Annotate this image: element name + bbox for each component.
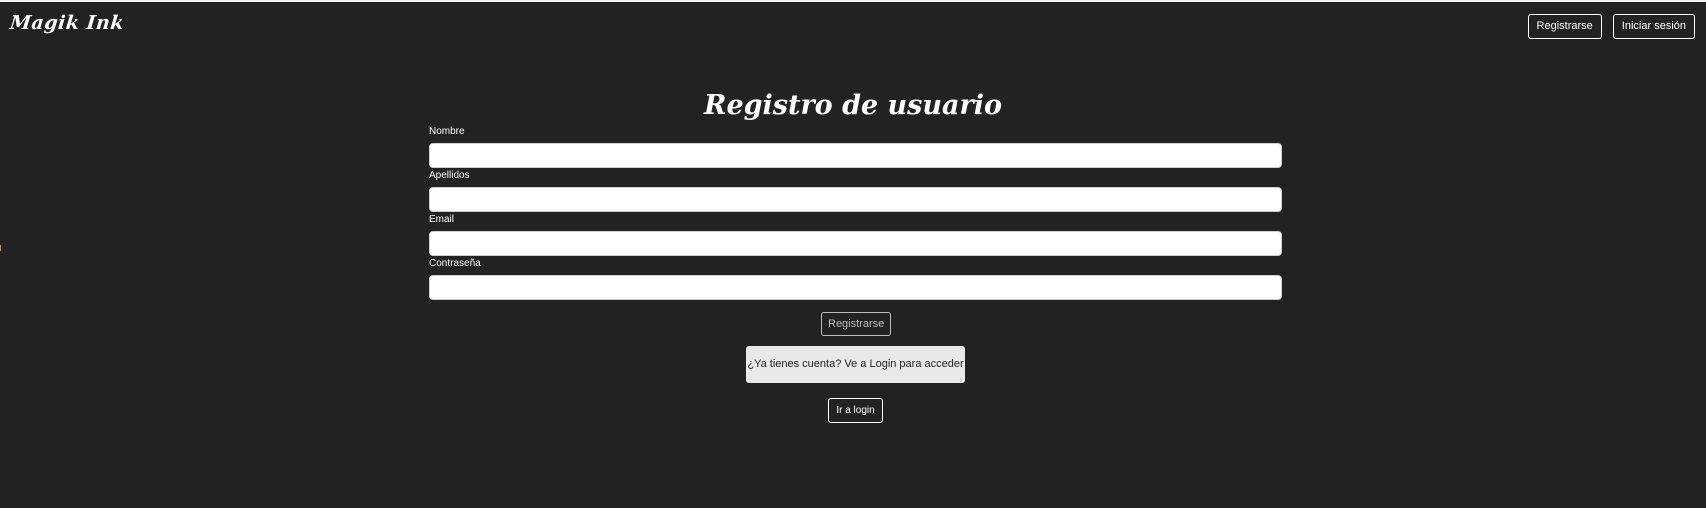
brand-logo[interactable]: Magik Ink [9, 12, 125, 34]
field-contrasena: Contraseña [429, 257, 1282, 301]
registration-form: Nombre Apellidos Email Contraseña [429, 125, 1282, 301]
nombre-input[interactable] [429, 143, 1282, 168]
field-apellidos: Apellidos [429, 169, 1282, 213]
page: Magik Ink Registrarse Iniciar sesión Reg… [0, 0, 1706, 508]
email-label: Email [429, 214, 455, 225]
field-email: Email [429, 213, 1282, 257]
contrasena-input[interactable] [429, 275, 1282, 300]
contrasena-label: Contraseña [429, 258, 481, 269]
go-to-login-button[interactable]: Ir a login [828, 398, 883, 423]
header-actions: Registrarse Iniciar sesión [1527, 14, 1695, 39]
apellidos-input[interactable] [429, 187, 1282, 212]
nombre-label: Nombre [429, 126, 465, 137]
field-nombre: Nombre [429, 125, 1282, 169]
email-input[interactable] [429, 231, 1282, 256]
header-login-button[interactable]: Iniciar sesión [1612, 14, 1695, 39]
login-notice: ¿Ya tienes cuenta? Ve a Login para acced… [746, 346, 965, 383]
header-register-button[interactable]: Registrarse [1527, 14, 1602, 39]
submit-register-button[interactable]: Registrarse [821, 312, 891, 336]
apellidos-label: Apellidos [429, 170, 470, 181]
edge-marker [0, 245, 1, 251]
page-title: Registro de usuario [704, 90, 1002, 122]
